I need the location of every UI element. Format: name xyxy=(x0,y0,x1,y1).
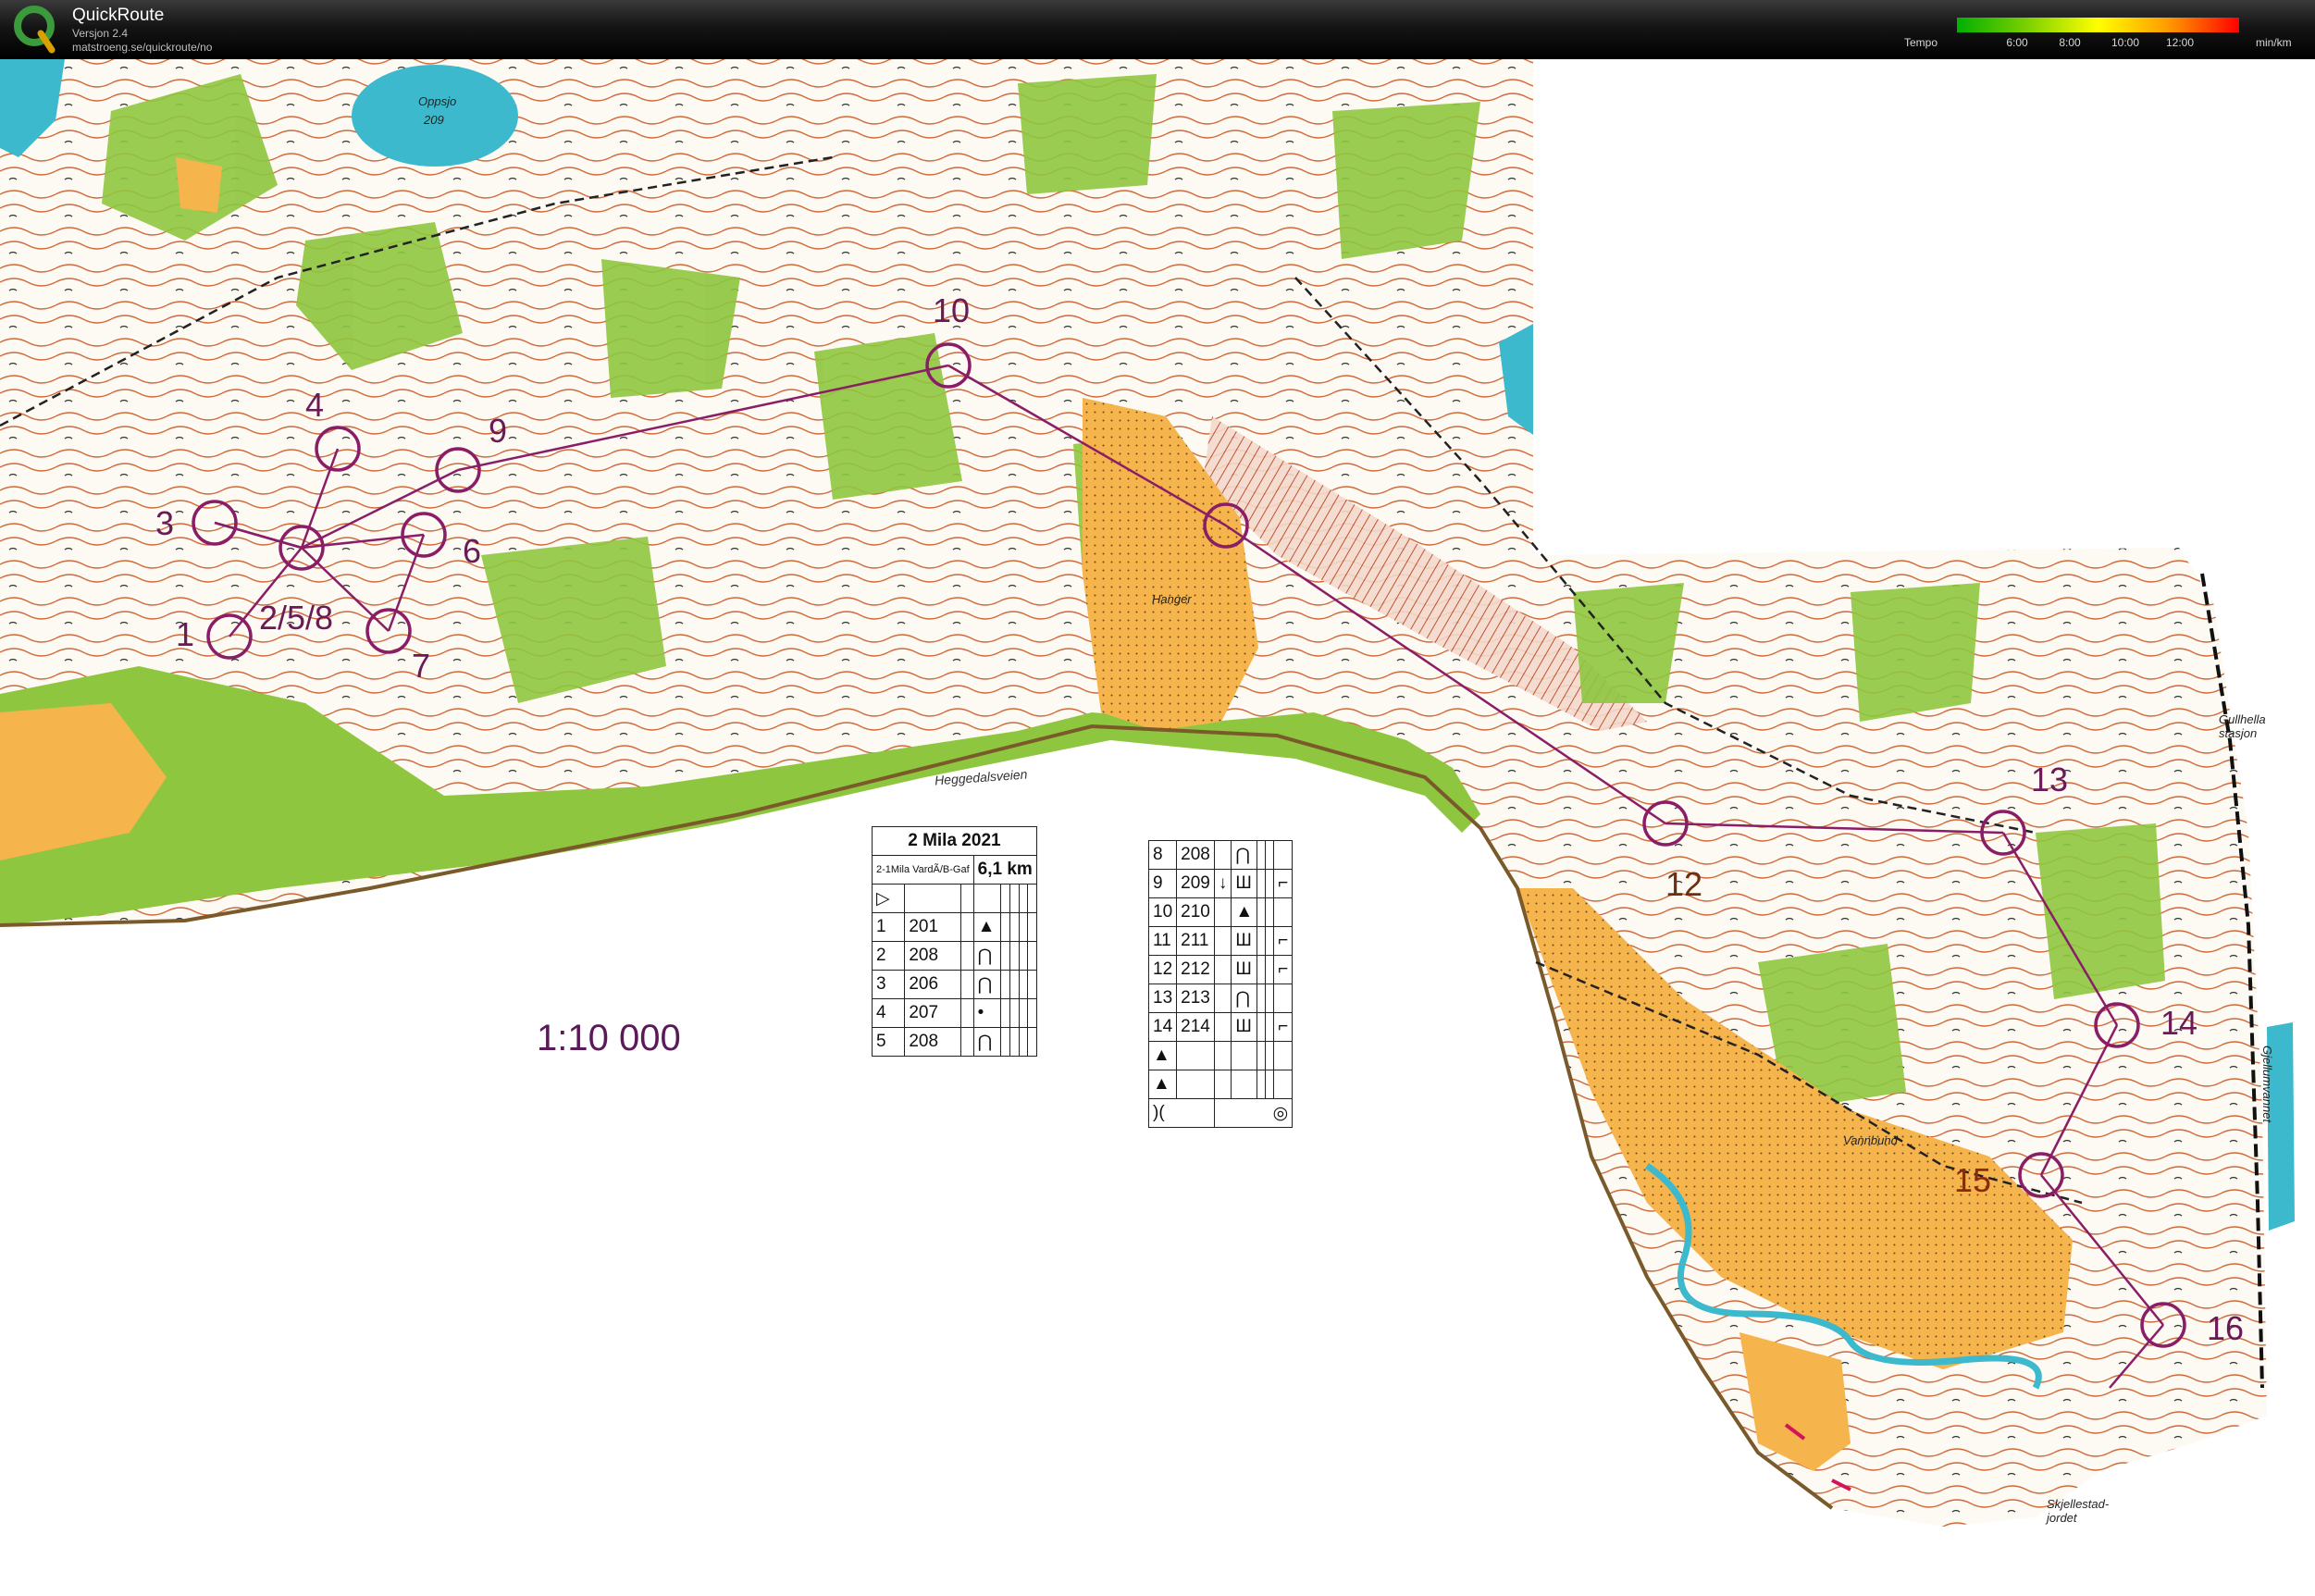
map-exchange-symbol: )( xyxy=(1148,1098,1215,1128)
map-scale: 1:10 000 xyxy=(537,1018,681,1058)
course-length: 6,1 km xyxy=(972,855,1037,885)
start-symbol: ▷ xyxy=(871,884,906,913)
open-land-small xyxy=(176,157,222,213)
control-label-16: 16 xyxy=(2207,1309,2244,1347)
orienteering-map[interactable]: 1 2/5/8 3 4 6 7 9 10 12 13 14 15 16 xyxy=(0,0,2315,1596)
description-row: 11 211 Ш ⌐ xyxy=(1147,926,1294,956)
control-label-9: 9 xyxy=(489,412,507,450)
description-row: 12 212 Ш ⌐ xyxy=(1147,955,1294,984)
class-name: 2-1Mila VardÃ/B-Gaf xyxy=(872,855,974,885)
description-row: 9 209 ↓ Ш ⌐ xyxy=(1147,869,1294,898)
control-label-10: 10 xyxy=(933,291,970,329)
description-row: 8 208 ⋂ xyxy=(1147,840,1294,870)
description-row: 10 210 ▲ xyxy=(1147,897,1294,927)
control-description-table-right: 8 208 ⋂ 9 209 ↓ Ш ⌐ 10 210 ▲ 11 211 Ш ⌐ 12 … xyxy=(1147,840,1294,1128)
control-label-1: 1 xyxy=(176,615,194,653)
finish-symbol: ◎ xyxy=(1213,1098,1294,1128)
description-row: 3 206 ⋂ xyxy=(871,970,1037,999)
control-label-15: 15 xyxy=(1954,1161,1991,1199)
control-label-14: 14 xyxy=(2160,1004,2197,1042)
description-row: 5 208 ⋂ xyxy=(871,1027,1037,1057)
control-label-7: 7 xyxy=(412,647,430,685)
control-label-4: 4 xyxy=(305,386,324,424)
control-label-3: 3 xyxy=(155,504,174,542)
description-row: 1 201 ▲ xyxy=(871,912,1037,942)
description-row: 14 214 Ш ⌐ xyxy=(1147,1012,1294,1042)
description-row: 13 213 ⋂ xyxy=(1147,984,1294,1013)
place-name-field: Hanger xyxy=(1152,592,1192,606)
control-description-table-left: 2 Mila 2021 2-1Mila VardÃ/B-Gaf 6,1 km ▷… xyxy=(871,826,1037,1057)
control-label-12: 12 xyxy=(1665,865,1702,903)
control-label-6: 6 xyxy=(463,532,481,570)
place-name-field3: Vannbund xyxy=(1843,1133,1898,1147)
event-name: 2 Mila 2021 xyxy=(872,826,1037,856)
lake-height: 209 xyxy=(424,113,444,127)
description-row: 4 207 • xyxy=(871,998,1037,1028)
place-name-field2: Skjellestad-jordet xyxy=(2047,1497,2110,1525)
control-label-13: 13 xyxy=(2031,761,2068,798)
place-name-lake2: Gjellumvannet xyxy=(2260,1045,2274,1123)
place-name-lake: Oppsjo xyxy=(418,94,457,108)
description-row: 2 208 ⋂ xyxy=(871,941,1037,971)
control-label-2-5-8: 2/5/8 xyxy=(259,599,333,637)
place-name-station: Gullhella stasjon xyxy=(2219,712,2266,740)
